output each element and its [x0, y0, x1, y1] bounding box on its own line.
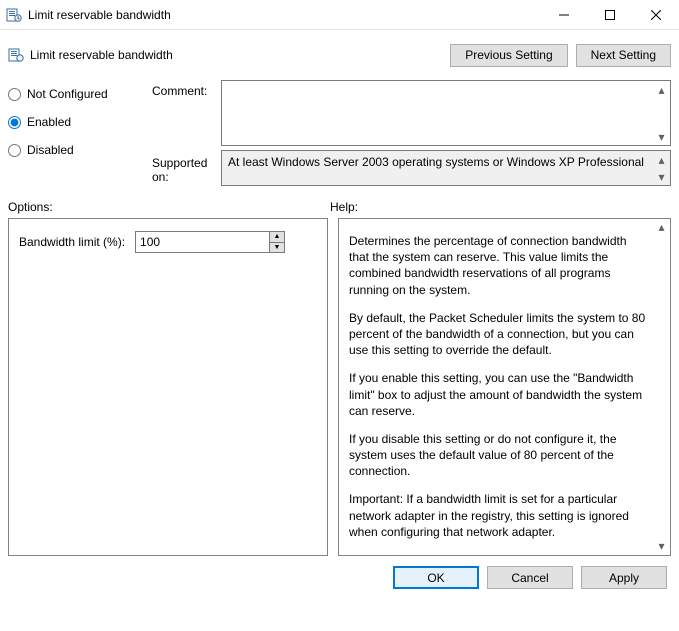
scroll-up-icon: ▴	[653, 151, 670, 168]
radio-not-configured[interactable]: Not Configured	[8, 84, 148, 104]
spinner-up-button[interactable]: ▲	[270, 232, 284, 243]
cancel-button[interactable]: Cancel	[487, 566, 573, 589]
minimize-button[interactable]	[541, 0, 587, 30]
help-paragraph: By default, the Packet Scheduler limits …	[349, 310, 646, 359]
radio-disabled-input[interactable]	[8, 144, 21, 157]
supported-on-text: At least Windows Server 2003 operating s…	[228, 155, 644, 169]
scroll-down-icon: ▾	[653, 168, 670, 185]
dialog-footer: OK Cancel Apply	[8, 556, 671, 589]
radio-enabled-input[interactable]	[8, 116, 21, 129]
previous-setting-button[interactable]: Previous Setting	[450, 44, 567, 67]
radio-enabled-label: Enabled	[27, 115, 71, 129]
supported-on-box: At least Windows Server 2003 operating s…	[221, 150, 671, 186]
window-title: Limit reservable bandwidth	[28, 8, 171, 22]
scroll-up-icon: ▴	[653, 219, 670, 236]
spinner-down-button[interactable]: ▼	[270, 243, 284, 253]
supported-on-label: Supported on:	[152, 150, 217, 184]
bandwidth-limit-label: Bandwidth limit (%):	[19, 235, 125, 249]
comment-textarea[interactable]: ▴ ▾	[221, 80, 671, 146]
bandwidth-limit-spinner[interactable]: ▲ ▼	[135, 231, 285, 253]
ok-button[interactable]: OK	[393, 566, 479, 589]
comment-scrollbar[interactable]: ▴ ▾	[653, 81, 670, 145]
scroll-down-icon: ▾	[653, 128, 670, 145]
radio-disabled[interactable]: Disabled	[8, 140, 148, 160]
radio-not-configured-label: Not Configured	[27, 87, 108, 101]
apply-button[interactable]: Apply	[581, 566, 667, 589]
help-paragraph: If you enable this setting, you can use …	[349, 370, 646, 419]
help-paragraph: Determines the percentage of connection …	[349, 233, 646, 298]
options-panel: Bandwidth limit (%): ▲ ▼	[8, 218, 328, 556]
supported-scrollbar[interactable]: ▴ ▾	[653, 151, 670, 185]
close-button[interactable]	[633, 0, 679, 30]
comment-label: Comment:	[152, 80, 217, 98]
bandwidth-limit-input[interactable]	[136, 232, 269, 252]
maximize-button[interactable]	[587, 0, 633, 30]
help-label: Help:	[330, 200, 358, 214]
policy-name: Limit reservable bandwidth	[30, 48, 173, 62]
radio-not-configured-input[interactable]	[8, 88, 21, 101]
options-label: Options:	[8, 200, 330, 214]
help-paragraph: Important: If a bandwidth limit is set f…	[349, 491, 646, 540]
help-scrollbar[interactable]: ▴ ▾	[653, 219, 670, 555]
header-row: Limit reservable bandwidth Previous Sett…	[8, 30, 671, 80]
radio-disabled-label: Disabled	[27, 143, 74, 157]
radio-enabled[interactable]: Enabled	[8, 112, 148, 132]
next-setting-button[interactable]: Next Setting	[576, 44, 671, 67]
policy-icon	[8, 47, 24, 63]
state-radios: Not Configured Enabled Disabled	[8, 80, 148, 168]
help-panel: Determines the percentage of connection …	[338, 218, 671, 556]
titlebar: Limit reservable bandwidth	[0, 0, 679, 30]
help-paragraph: If you disable this setting or do not co…	[349, 431, 646, 480]
scroll-up-icon: ▴	[653, 81, 670, 98]
scroll-down-icon: ▾	[653, 538, 670, 555]
policy-icon	[6, 7, 22, 23]
